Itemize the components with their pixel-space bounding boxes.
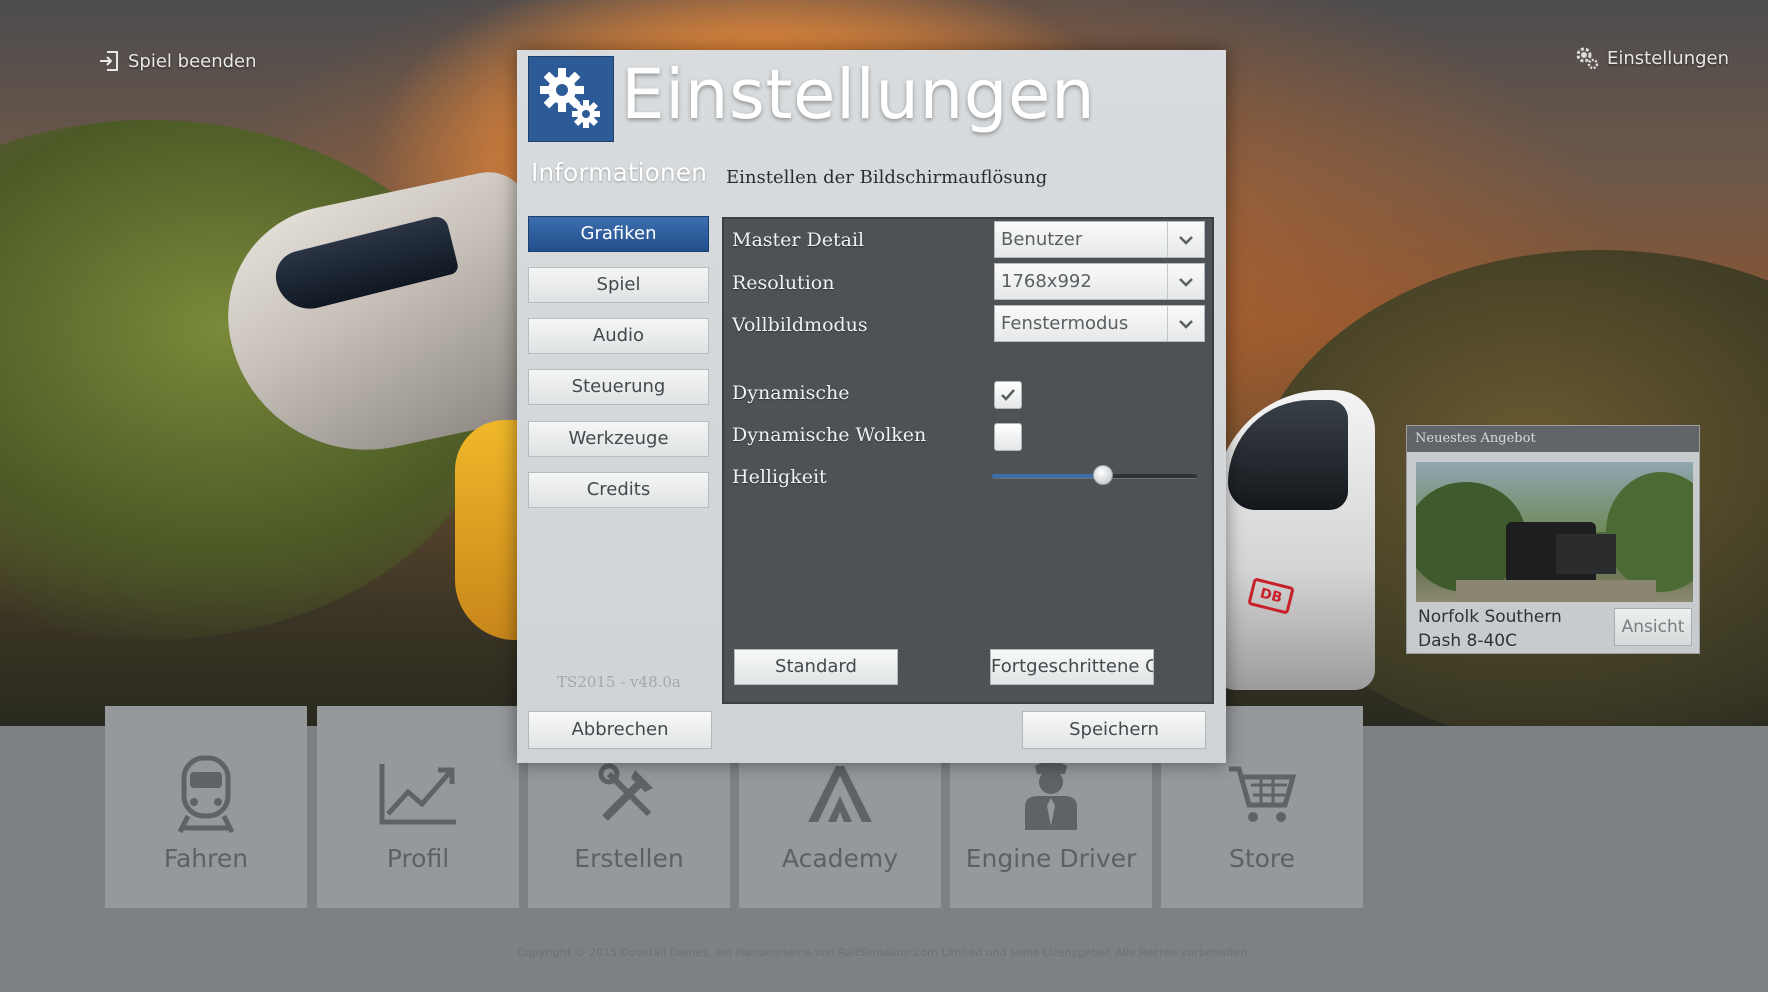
dynamic-checkbox[interactable] (994, 381, 1022, 409)
master-detail-label: Master Detail (732, 229, 865, 251)
nav-spiel[interactable]: Spiel (528, 267, 709, 303)
checkmark-icon (1001, 389, 1015, 401)
master-detail-dropdown[interactable]: Benutzer (994, 221, 1205, 258)
tile-fahren-label: Fahren (163, 844, 249, 873)
version-label: TS2015 - v48.0a (557, 673, 681, 691)
dialog-subtitle: Informationen (531, 158, 707, 187)
resolution-label: Resolution (732, 272, 835, 294)
offer-name-line1: Norfolk Southern (1418, 607, 1562, 627)
dynamic-label: Dynamische (732, 382, 850, 404)
exit-icon (100, 51, 118, 71)
cart-icon (1227, 756, 1297, 832)
dialog-title: Einstellungen (621, 55, 1096, 135)
dynamic-clouds-checkbox[interactable] (994, 423, 1022, 451)
chevron-down-icon (1167, 264, 1204, 299)
train-icon (176, 755, 236, 834)
fullscreen-value: Fenstermodus (1001, 313, 1129, 334)
offer-name-line2: Dash 8-40C (1418, 631, 1517, 651)
brightness-slider-knob[interactable] (1092, 465, 1113, 485)
chevron-down-icon (1167, 222, 1204, 257)
tile-profil[interactable]: Profil (317, 706, 519, 908)
settings-dialog: Einstellungen Informationen Einstellen d… (517, 50, 1226, 763)
fullscreen-dropdown[interactable]: Fenstermodus (994, 305, 1205, 342)
resolution-dropdown[interactable]: 1768x992 (994, 263, 1205, 300)
resolution-value: 1768x992 (1001, 271, 1092, 292)
tile-erstellen-label: Erstellen (574, 844, 684, 873)
offer-view-button[interactable]: Ansicht (1614, 608, 1692, 646)
dialog-description: Einstellen der Bildschirmauflösung (726, 167, 1048, 188)
gears-icon (528, 56, 614, 142)
chart-icon (378, 756, 458, 832)
driver-icon (1021, 756, 1081, 832)
nav-steuerung[interactable]: Steuerung (528, 369, 709, 405)
settings-button[interactable]: Einstellungen (1575, 46, 1729, 70)
offer-name: Norfolk Southern Dash 8-40C (1418, 605, 1562, 653)
brightness-slider-fill (992, 474, 1103, 478)
settings-label: Einstellungen (1607, 47, 1730, 69)
nav-credits[interactable]: Credits (528, 472, 709, 508)
tile-academy-label: Academy (781, 844, 899, 873)
tile-engine-driver-label: Engine Driver (965, 844, 1137, 873)
copyright-text: Copyright © 2015 Dovetail Games, ein Han… (517, 946, 1251, 959)
gear-icon (1576, 47, 1599, 70)
standard-button[interactable]: Standard (734, 649, 898, 685)
tile-profil-label: Profil (386, 844, 450, 873)
quit-game-label: Spiel beenden (128, 50, 257, 72)
graphics-settings-panel: Master Detail Benutzer Resolution 1768x9… (722, 217, 1214, 704)
tools-icon (597, 756, 661, 832)
brightness-slider[interactable] (992, 465, 1197, 485)
nav-werkzeuge[interactable]: Werkzeuge (528, 421, 709, 457)
offer-header: Neuestes Angebot (1407, 426, 1699, 452)
chevron-down-icon (1167, 306, 1204, 341)
nav-audio[interactable]: Audio (528, 318, 709, 354)
dynamic-clouds-label: Dynamische Wolken (732, 424, 927, 446)
master-detail-value: Benutzer (1001, 229, 1083, 250)
advanced-graphics-button[interactable]: Fortgeschrittene Gra (990, 649, 1154, 685)
save-button[interactable]: Speichern (1022, 711, 1206, 749)
latest-offer-card[interactable]: Neuestes Angebot Norfolk Southern Dash 8… (1406, 425, 1700, 654)
nav-grafiken[interactable]: Grafiken (528, 216, 709, 252)
quit-game-button[interactable]: Spiel beenden (98, 50, 257, 72)
fullscreen-label: Vollbildmodus (732, 314, 868, 336)
cancel-button[interactable]: Abbrechen (528, 711, 712, 749)
academy-icon (806, 756, 874, 832)
tile-store-label: Store (1228, 844, 1296, 873)
brightness-label: Helligkeit (732, 466, 827, 488)
tile-fahren[interactable]: Fahren (105, 706, 307, 908)
offer-image[interactable] (1416, 462, 1693, 602)
